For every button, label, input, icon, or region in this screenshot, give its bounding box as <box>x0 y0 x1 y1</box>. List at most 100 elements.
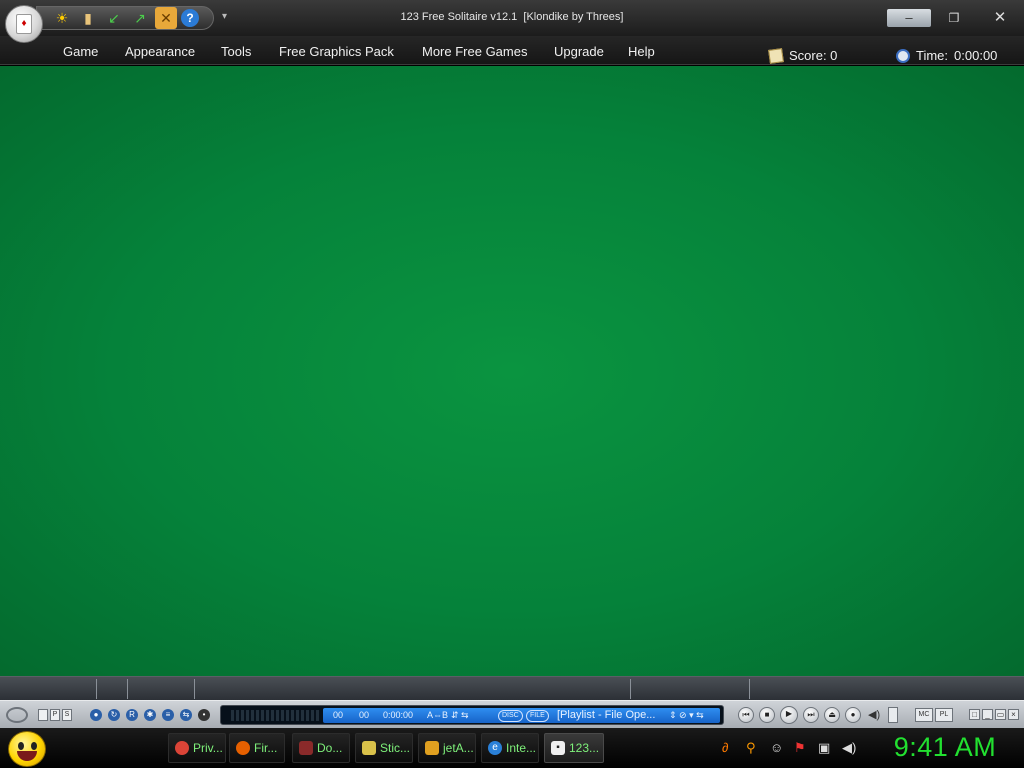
maximize-button[interactable]: ❐ <box>944 9 964 27</box>
player-shade-icon[interactable]: ▭ <box>995 709 1006 720</box>
help-icon[interactable]: ? <box>181 9 199 27</box>
cards-icon: ♦ <box>16 14 32 34</box>
ab-repeat-label[interactable]: A⇔B <box>427 708 448 723</box>
time-value: 0:00:00 <box>954 48 998 63</box>
player-repeat-icon[interactable]: ↻ <box>108 709 120 721</box>
volume-slider[interactable] <box>888 707 898 723</box>
window-title: 123 Free Solitaire v12.1 [Klondike by Th… <box>400 11 624 23</box>
strip-divider <box>749 679 750 699</box>
mini-control-button[interactable]: MC <box>915 708 933 722</box>
quick-access-toolbar: ☀ ▮ ↙ ↗ ✕ ? <box>36 6 214 30</box>
tray-flag-icon[interactable]: ⚑ <box>794 740 806 756</box>
internet-explorer-icon: e <box>488 741 502 755</box>
task-label: 123... <box>569 741 600 755</box>
player-close-icon[interactable]: × <box>1008 709 1019 720</box>
solitaire-icon: ▪ <box>551 741 565 755</box>
previous-track-button[interactable]: ⏮ <box>738 707 754 723</box>
player-arrows-icon: ⇵ ⇆ <box>451 710 469 720</box>
status-strip <box>0 676 1024 700</box>
menu-help[interactable]: Help <box>628 44 655 59</box>
jetaudio-icon <box>425 741 439 755</box>
disc-badge[interactable]: DISC <box>498 710 523 722</box>
play-button[interactable]: ▶ <box>780 706 798 724</box>
chrome-icon <box>175 741 189 755</box>
player-logo-icon[interactable] <box>6 707 28 723</box>
tray-volume-icon[interactable]: ◀) <box>842 740 856 756</box>
strip-divider <box>127 679 128 699</box>
task-label: Stic... <box>380 741 411 755</box>
task-internet-explorer[interactable]: e Inte... <box>481 733 539 763</box>
player-minimize-icon[interactable]: _ <box>982 709 993 720</box>
redo-arrow-icon[interactable]: ↗ <box>129 7 151 29</box>
menu-more-free-games[interactable]: More Free Games <box>422 44 527 59</box>
menu-game[interactable]: Game <box>63 44 98 59</box>
task-firefox[interactable]: Fir... <box>229 733 285 763</box>
file-badge[interactable]: FILE <box>526 710 549 722</box>
start-smiley-icon[interactable] <box>8 731 46 767</box>
task-chrome[interactable]: Priv... <box>168 733 226 763</box>
quick-bar-dropdown-icon[interactable]: ▾ <box>222 11 227 22</box>
player-time-c: 0:00:00 <box>383 710 414 720</box>
taskbar: Priv... Fir... Do... Stic... jetA... e I… <box>0 728 1024 768</box>
player-mode-button[interactable] <box>38 709 48 721</box>
player-mic-icon[interactable]: • <box>198 709 210 721</box>
menu-appearance[interactable]: Appearance <box>125 44 195 59</box>
time-label: Time: <box>916 48 949 63</box>
player-eject-icon[interactable]: ● <box>90 709 102 721</box>
tray-app-icon[interactable]: ∂ <box>722 740 728 755</box>
sun-icon[interactable]: ☀ <box>51 7 73 29</box>
task-label: Do... <box>317 741 343 755</box>
player-record-icon[interactable]: R <box>126 709 138 721</box>
player-shuffle-icon[interactable]: ⇆ <box>180 709 192 721</box>
sticky-notes-icon <box>362 741 376 755</box>
menu-upgrade[interactable]: Upgrade <box>554 44 604 59</box>
player-settings-icon[interactable]: ✱ <box>144 709 156 721</box>
time-display: Time: 0:00:00 <box>896 48 997 63</box>
task-label: Inte... <box>506 741 537 755</box>
record-button[interactable]: ● <box>845 707 861 723</box>
player-time-b: 00 <box>359 710 370 720</box>
next-track-button[interactable]: ⏭ <box>803 707 819 723</box>
app-menu-orb[interactable]: ♦ <box>5 5 43 43</box>
minimize-button[interactable]: – <box>887 9 931 27</box>
score-card-icon <box>768 47 784 64</box>
player-s-button[interactable]: S <box>62 709 72 721</box>
tray-messenger-icon[interactable]: ☺ <box>770 740 783 755</box>
playlist-scroll-icon[interactable]: ⇕ ⊘ ▾ ⇆ <box>669 708 704 723</box>
task-label: Priv... <box>193 741 223 755</box>
playlist-text: [Playlist - File Ope... <box>557 709 656 721</box>
score-label: Score: 0 <box>789 48 838 63</box>
menu-tools[interactable]: Tools <box>221 44 251 59</box>
player-p-button[interactable]: P <box>50 709 60 721</box>
tray-network-icon[interactable]: ▣ <box>818 740 830 756</box>
task-sticky-notes[interactable]: Stic... <box>355 733 413 763</box>
playlist-toggle-button[interactable]: PL <box>935 708 953 722</box>
firefox-icon <box>236 741 250 755</box>
book-icon[interactable]: ▮ <box>77 7 99 29</box>
taskbar-clock[interactable]: 9:41 AM <box>870 732 1020 763</box>
task-download[interactable]: Do... <box>292 733 350 763</box>
menu-bar: Game Appearance Tools Free Graphics Pack… <box>0 36 1024 65</box>
task-label: jetA... <box>443 741 474 755</box>
task-label: Fir... <box>254 741 278 755</box>
stop-button[interactable]: ■ <box>759 707 775 723</box>
strip-divider <box>96 679 97 699</box>
media-player-bar: P S ● ↻ R ✱ ≡ ⇆ • 00 00 0:00:00 A⇔B ⇵ ⇆ … <box>0 700 1024 728</box>
strip-divider <box>630 679 631 699</box>
game-table-felt[interactable] <box>0 66 1024 676</box>
score-display: Score: 0 <box>768 47 838 64</box>
tray-search-icon[interactable]: ⚲ <box>746 740 756 756</box>
menu-free-graphics-pack[interactable]: Free Graphics Pack <box>279 44 394 59</box>
player-time-a: 00 <box>333 710 344 720</box>
player-restore-icon[interactable]: □ <box>969 709 980 720</box>
close-button[interactable]: ✕ <box>990 9 1010 27</box>
task-jetaudio[interactable]: jetA... <box>418 733 476 763</box>
player-info-panel[interactable]: 00 00 0:00:00 A⇔B ⇵ ⇆ DISC FILE [Playlis… <box>323 708 720 723</box>
task-solitaire[interactable]: ▪ 123... <box>544 733 604 763</box>
open-file-button[interactable]: ⏏ <box>824 707 840 723</box>
undo-arrow-icon[interactable]: ↙ <box>103 7 125 29</box>
player-eq-icon[interactable]: ≡ <box>162 709 174 721</box>
volume-icon[interactable]: ◀) <box>868 708 880 721</box>
title-bar: ☀ ▮ ↙ ↗ ✕ ? ▾ 123 Free Solitaire v12.1 [… <box>0 0 1024 36</box>
tools-icon[interactable]: ✕ <box>155 7 177 29</box>
